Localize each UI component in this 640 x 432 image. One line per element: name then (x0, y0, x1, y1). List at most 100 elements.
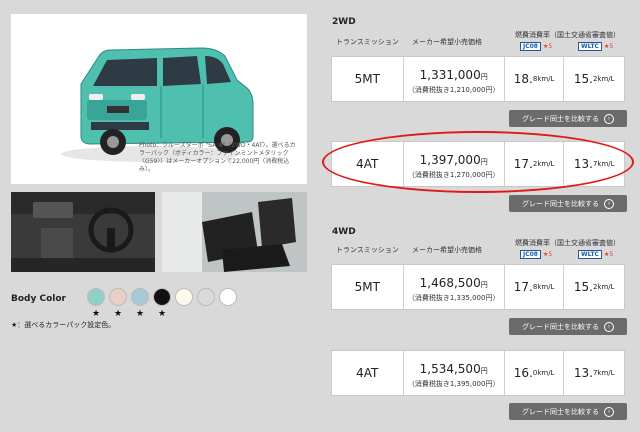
price-excl-tax: （消費税抜き1,335,000円） (407, 293, 500, 302)
compare-button-label: グレード同士を比較する (522, 114, 599, 123)
color-swatch[interactable] (197, 288, 215, 306)
jc08-label: JC08 (520, 250, 541, 259)
compare-grades-button[interactable]: グレード同士を比較する › (509, 403, 627, 420)
wltc-star-rating: ★5 (603, 251, 614, 258)
color-pack-star-icon: ★ (135, 309, 145, 319)
compare-grades-button[interactable]: グレード同士を比較する › (509, 110, 627, 127)
price-excl-tax: （消費税抜き1,395,000円） (407, 379, 500, 388)
color-swatch-item (197, 288, 215, 319)
jc08-value-int: 17. (513, 280, 533, 294)
jc08-star-rating: ★5 (543, 43, 553, 50)
wltc-value-int: 15. (573, 72, 593, 86)
fuel-unit: km/L (537, 75, 555, 83)
jc08-fuel-cell: 17. 8 km/L (505, 265, 565, 309)
car-photo-caption: Photo：クルーズターボ "SA Ⅲ"（2WD・4AT）。選べるカラーパック（… (139, 142, 296, 173)
color-pack-star-icon: ★ (157, 309, 167, 319)
color-swatch[interactable] (131, 288, 149, 306)
compare-button-label: グレード同士を比較する (522, 199, 599, 208)
color-swatch[interactable] (219, 288, 237, 306)
color-pack-footnote: ★：選べるカラーパック設定色。 (11, 321, 116, 329)
compare-grades-button[interactable]: グレード同士を比較する › (509, 318, 627, 335)
color-swatch[interactable] (87, 288, 105, 306)
chevron-right-icon: › (604, 198, 614, 209)
price-unit: 円 (480, 366, 488, 375)
wltc-label: WLTC (578, 42, 602, 51)
compare-grades-button[interactable]: グレード同士を比較する › (509, 195, 627, 212)
jc08-fuel-cell: 17. 2 km/L (505, 142, 565, 186)
fuel-unit: km/L (597, 369, 615, 377)
section-label-2wd: 2WD (332, 17, 356, 27)
compare-button-label: グレード同士を比較する (522, 322, 599, 331)
jc08-label: JC08 (520, 42, 541, 51)
chevron-right-icon: › (604, 113, 614, 124)
transmission-cell: 4AT (332, 351, 404, 395)
color-swatch-item (175, 288, 193, 319)
jc08-value-int: 16. (513, 366, 533, 380)
transmission-column-header: トランスミッション (336, 38, 399, 46)
color-swatch[interactable] (153, 288, 171, 306)
chevron-right-icon: › (604, 321, 614, 332)
grade-row-4wd-5mt: 5MT 1,468,500円 （消費税抜き1,335,000円） 17. 8 km… (331, 264, 625, 310)
jc08-star-rating: ★5 (543, 251, 553, 258)
grade-row-4wd-4at: 4AT 1,534,500円 （消費税抜き1,395,000円） 16. 0 km… (331, 350, 625, 396)
grade-row-2wd-4at: 4AT 1,397,000円 （消費税抜き1,270,000円） 17. 2 km… (331, 141, 625, 187)
fuel-unit: km/L (597, 283, 615, 291)
color-swatch-item: ★ (131, 288, 149, 319)
jc08-mode-badge: JC08 ★5 (520, 250, 552, 259)
wltc-fuel-cell: 15. 2 km/L (564, 57, 624, 101)
jc08-value-int: 18. (513, 72, 533, 86)
price-cell: 1,468,500円 （消費税抜き1,335,000円） (404, 265, 505, 309)
wltc-star-rating: ★5 (603, 43, 614, 50)
transmission-column-header: トランスミッション (336, 246, 399, 254)
grade-row-2wd-5mt: 5MT 1,331,000円 （消費税抜き1,210,000円） 18. 8 km… (331, 56, 625, 102)
price-cell: 1,397,000円 （消費税抜き1,270,000円） (404, 142, 505, 186)
color-swatch-item (219, 288, 237, 319)
interior-seats-image (162, 192, 307, 272)
dashboard-thumbnail[interactable] (11, 192, 155, 272)
price-unit: 円 (480, 72, 488, 81)
section-label-4wd: 4WD (332, 227, 356, 237)
fuel-unit: km/L (537, 160, 555, 168)
car-main-photo: Photo：クルーズターボ "SA Ⅲ"（2WD・4AT）。選べるカラーパック（… (11, 14, 307, 184)
fuel-economy-header: 燃費消費率（国土交通省審査値） (515, 239, 620, 247)
transmission-cell: 4AT (332, 142, 404, 186)
jc08-value-int: 17. (513, 157, 533, 171)
price-cell: 1,534,500円 （消費税抜き1,395,000円） (404, 351, 505, 395)
wltc-mode-badge: WLTC ★5 (578, 250, 613, 259)
color-swatch-item: ★ (87, 288, 105, 319)
fuel-unit: km/L (597, 160, 615, 168)
chevron-right-icon: › (604, 406, 614, 417)
color-swatch-item: ★ (109, 288, 127, 319)
wltc-fuel-cell: 15. 2 km/L (564, 265, 624, 309)
interior-seats-thumbnail[interactable] (162, 192, 307, 272)
color-swatch[interactable] (175, 288, 193, 306)
price-excl-tax: （消費税抜き1,210,000円） (407, 85, 500, 94)
dashboard-image (11, 192, 155, 272)
wltc-value-int: 13. (573, 157, 593, 171)
fuel-unit: km/L (537, 369, 555, 377)
jc08-fuel-cell: 16. 0 km/L (505, 351, 565, 395)
price-value: 1,331,000 (419, 67, 481, 82)
color-swatch[interactable] (109, 288, 127, 306)
transmission-cell: 5MT (332, 57, 404, 101)
price-value: 1,397,000 (419, 152, 481, 167)
price-unit: 円 (480, 280, 488, 289)
price-excl-tax: （消費税抜き1,270,000円） (407, 170, 500, 179)
wltc-value-int: 13. (573, 366, 593, 380)
price-cell: 1,331,000円 （消費税抜き1,210,000円） (404, 57, 505, 101)
color-pack-star-icon: ★ (91, 309, 101, 319)
price-column-header: メーカー希望小売価格 (412, 246, 482, 254)
wltc-fuel-cell: 13. 7 km/L (564, 142, 624, 186)
color-swatch-list: ★ ★ ★ ★ (87, 288, 237, 319)
color-pack-star-icon: ★ (113, 309, 123, 319)
wltc-label: WLTC (578, 250, 602, 259)
body-color-heading: Body Color (11, 294, 66, 304)
wltc-mode-badge: WLTC ★5 (578, 42, 613, 51)
jc08-fuel-cell: 18. 8 km/L (505, 57, 565, 101)
wltc-fuel-cell: 13. 7 km/L (564, 351, 624, 395)
jc08-mode-badge: JC08 ★5 (520, 42, 552, 51)
wltc-value-int: 15. (573, 280, 593, 294)
transmission-cell: 5MT (332, 265, 404, 309)
price-unit: 円 (480, 157, 488, 166)
price-column-header: メーカー希望小売価格 (412, 38, 482, 46)
